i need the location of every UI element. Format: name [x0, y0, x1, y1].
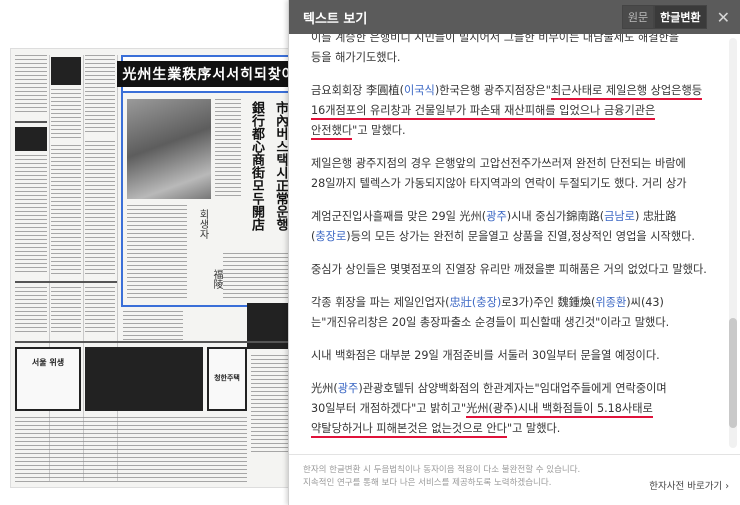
panel-footer: 한자의 한글변환 시 두음법칙이나 동자이음 적용이 다소 불완전할 수 있습니… — [289, 454, 740, 505]
hanja-dictionary-link[interactable]: 한자사전 바로가기 › — [649, 480, 729, 493]
text-segment: 금요회회장 李圓植( — [311, 84, 404, 97]
text-segment: "고 말했다. — [352, 124, 406, 137]
article-paragraph: 중심가 상인들은 몇몇점포의 진열장 유리만 깨졌을뿐 피해품은 거의 없었다고… — [311, 260, 711, 280]
vertical-subhead: 福陵 — [211, 269, 222, 289]
ad-title: 청한주택 — [214, 374, 240, 382]
article-paragraph: 각종 휘장을 파는 제일인업자(忠壯(충장)로3가)주인 魏鍾煥(위종환)씨(4… — [311, 293, 711, 333]
text-segment: "고 말했다. — [506, 422, 561, 435]
vertical-subhead: 회생자 — [197, 209, 208, 239]
text-segment: 이를 계승한 은행비니 시민들이 빌지어서 그들한 비무이는 대담물제도 해결한… — [311, 34, 680, 44]
article-paragraph: 이를 계승한 은행비니 시민들이 빌지어서 그들한 비무이는 대담물제도 해결한… — [311, 34, 711, 48]
text-block — [85, 287, 115, 335]
rule — [15, 281, 117, 283]
ad-title: 서울 위생 — [31, 358, 65, 367]
text-segment: 중심가 상인들은 몇몇점포의 진열장 유리만 깨졌을뿐 피해품은 거의 없었다고… — [311, 263, 707, 276]
panel-header: 텍스트 보기 원문 한글변환 ✕ — [289, 0, 740, 34]
article-paragraph: 제일은행 광주지점의 경우 은행앞의 고압선전주가쓰러져 완전히 단전되는 바람… — [311, 154, 711, 194]
scrollbar[interactable] — [729, 38, 737, 448]
article-text: 이를 계승한 은행비니 시민들이 빌지어서 그들한 비무이는 대담물제도 해결한… — [311, 34, 711, 452]
hangul-reading: 광주 — [337, 382, 359, 395]
headline: 光州生業秩序서서히되찾아 — [117, 61, 289, 87]
text-block — [15, 417, 247, 483]
text-segment: 계엄군진입사흘째를 맞은 29일 光州( — [311, 210, 487, 223]
hangul-reading: 충장로 — [315, 230, 347, 243]
hangul-reading: 광주 — [486, 210, 507, 223]
close-icon[interactable]: ✕ — [717, 8, 730, 27]
rule — [15, 121, 47, 123]
text-segment: )한국은행 광주지점장은" — [434, 84, 551, 97]
ad-box: 청한주택 — [207, 347, 247, 411]
vertical-headline: 銀行都心商街모두開店 — [249, 101, 264, 231]
ad-block — [51, 57, 81, 85]
panel-body[interactable]: 이를 계승한 은행비니 시민들이 빌지어서 그들한 비무이는 대담물제도 해결한… — [289, 34, 740, 454]
text-block — [127, 205, 187, 301]
ad-box: 서울 위생 — [15, 347, 81, 411]
headline-box[interactable]: 光州生業秩序서서히되찾아 — [117, 55, 289, 93]
hangul-reading: 忠壯(충장) — [449, 296, 502, 309]
section-header — [15, 127, 47, 151]
text-block — [51, 145, 81, 275]
view-toggle: 원문 한글변환 — [621, 5, 707, 29]
article-paragraph: 光州(광주)관광호텔뒤 삼양백화점의 한관계자는"임대업주들에게 연락중이며 3… — [311, 379, 711, 439]
toggle-korean-button[interactable]: 한글변환 — [654, 5, 707, 29]
text-segment: )등의 모든 상가는 완전히 문을열고 상품을 진열,정상적인 영업을 시작했다… — [346, 230, 695, 243]
text-segment: 시내 백화점은 대부분 29일 개점준비를 서둘러 30일부터 문을열 예정이다… — [311, 349, 660, 362]
text-block — [15, 55, 47, 115]
text-block — [85, 141, 115, 275]
ad-box — [85, 347, 203, 411]
scroll-thumb[interactable] — [729, 318, 737, 428]
text-block — [215, 99, 241, 199]
text-block — [85, 55, 115, 135]
text-block — [251, 355, 289, 455]
text-block — [123, 311, 183, 341]
hangul-reading: 금남로 — [604, 210, 635, 223]
text-block — [51, 89, 81, 139]
toggle-original-button[interactable]: 원문 — [621, 5, 655, 29]
article-frame[interactable]: 銀行都心商街모두開店 市內버스택시正常운행 회생자 福陵 — [121, 93, 289, 307]
text-block — [223, 253, 289, 301]
text-segment: )시내 중심가錦南路( — [506, 210, 605, 223]
footer-notice-line: 한자의 한글변환 시 두음법칙이나 동자이음 적용이 다소 불완전할 수 있습니… — [303, 465, 581, 475]
text-segment: 등을 해가기도했다. — [311, 51, 401, 64]
text-block — [15, 287, 47, 335]
text-segment: 각종 휘장을 파는 제일인업자( — [311, 296, 450, 309]
newspaper-scan: 光州生業秩序서서히되찾아 銀行都心商街모두開店 市內버스택시正常운행 회생자 福… — [10, 48, 290, 488]
text-block — [15, 155, 47, 275]
text-segment: 光州( — [311, 382, 338, 395]
hangul-reading: 이국식 — [403, 84, 435, 97]
text-segment: 제일은행 광주지점의 경우 은행앞의 고압선전주가쓰러져 완전히 단전되는 바람… — [311, 157, 687, 190]
panel-title: 텍스트 보기 — [303, 11, 368, 27]
text-segment: 로3가)주인 魏鍾煥( — [501, 296, 596, 309]
text-view-panel: 텍스트 보기 원문 한글변환 ✕ 이를 계승한 은행비니 시민들이 빌지어서 그… — [288, 0, 740, 505]
text-block — [51, 287, 81, 335]
article-paragraph: 계엄군진입사흘째를 맞은 29일 光州(광주)시내 중심가錦南路(금남로) 忠壯… — [311, 207, 711, 247]
rule — [15, 341, 289, 343]
article-paragraph: 등을 해가기도했다. — [311, 48, 711, 68]
article-paragraph: 금요회회장 李圓植(이국식)한국은행 광주지점장은"최근사태로 제일은행 상업은… — [311, 81, 711, 141]
article-paragraph: 시내 백화점은 대부분 29일 개점준비를 서둘러 30일부터 문을열 예정이다… — [311, 346, 711, 366]
hangul-reading: 위종환 — [595, 296, 627, 309]
article-photo — [127, 99, 211, 199]
